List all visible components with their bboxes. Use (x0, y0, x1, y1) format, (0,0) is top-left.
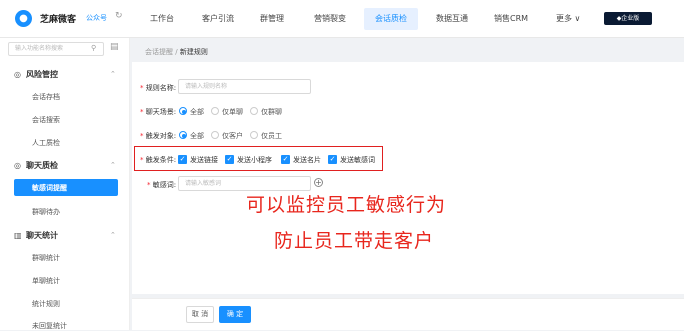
sidebar-search-input[interactable]: 输入功能名称搜索 (8, 42, 104, 56)
top-navigation-bar: ● 芝麻微客 公众号 ↻ 工作台 客户引流 群管理 营销裂变 会话质检 数据互通… (0, 0, 684, 38)
sensitive-word-label: * 敏感词: (147, 181, 177, 189)
checkbox-send-miniprogram-label: 发送小程序 (237, 156, 272, 164)
nav-data-sync[interactable]: 数据互通 (436, 13, 468, 24)
confirm-button[interactable]: 确 定 (219, 306, 251, 323)
chevron-up-icon[interactable]: ⌃ (110, 161, 116, 169)
sidebar-item-sensitive-word-alert[interactable]: 敏感词提醒 (32, 183, 67, 193)
sidebar-item-session-search[interactable]: 会话搜索 (32, 115, 60, 125)
radio-target-customer[interactable] (211, 131, 219, 139)
overlay-caption-line1: 可以监控员工敏感行为 (246, 194, 447, 216)
sidebar-group-chat-stats[interactable]: ▥ 聊天统计 (14, 230, 58, 241)
checkbox-send-sensitive-word[interactable]: ✓ (328, 155, 337, 164)
radio-scene-all-label: 全部 (190, 108, 204, 116)
sidebar-item-group-stats[interactable]: 群聊统计 (32, 253, 60, 263)
add-circle-icon[interactable]: + (314, 178, 323, 187)
radio-scene-group[interactable] (250, 107, 258, 115)
chat-scene-label: * 聊天场景: (140, 108, 177, 116)
sidebar-item-manual-check[interactable]: 人工质检 (32, 138, 60, 148)
chevron-up-icon[interactable]: ⌃ (110, 231, 116, 239)
nav-group-management[interactable]: 群管理 (260, 13, 284, 24)
checkbox-send-link-label: 发送链接 (190, 156, 218, 164)
radar-icon: ◎ (14, 70, 21, 79)
radio-scene-single-label: 仅单聊 (222, 108, 243, 116)
search-icon[interactable]: ⚲ (91, 44, 96, 52)
breadcrumb: 会话提醒 / 新建规则 (145, 47, 208, 57)
nav-session-quality[interactable]: 会话质检 (375, 13, 407, 24)
sidebar-group-risk-control[interactable]: ◎ 风险管控 (14, 69, 58, 80)
overlay-caption-line2: 防止员工带走客户 (274, 230, 435, 252)
radio-scene-group-label: 仅群聊 (261, 108, 282, 116)
trigger-target-label: * 触发对象: (140, 132, 177, 140)
form-footer (132, 298, 684, 330)
rule-name-input[interactable]: 请输入规则名称 (178, 79, 311, 94)
radio-scene-all[interactable] (179, 107, 187, 115)
refresh-icon[interactable]: ↻ (115, 11, 123, 21)
radio-target-customer-label: 仅客户 (222, 132, 243, 140)
sensitive-word-input[interactable]: 请输入敏感词 (178, 176, 311, 191)
checkbox-send-sensitive-word-label: 发送敏感词 (340, 156, 375, 164)
checkbox-send-miniprogram[interactable]: ✓ (225, 155, 234, 164)
checkbox-send-link[interactable]: ✓ (178, 155, 187, 164)
breadcrumb-separator: / (175, 48, 178, 56)
chat-bubble-icon: ● (15, 10, 32, 27)
trigger-condition-label: * 触发条件: (140, 156, 177, 164)
nav-more[interactable]: 更多 ∨ (556, 13, 580, 24)
breadcrumb-parent[interactable]: 会话提醒 (145, 48, 173, 56)
menu-icon[interactable]: ▤ (110, 42, 119, 52)
radio-target-all[interactable] (179, 131, 187, 139)
sidebar-group-chat-check[interactable]: ◎ 聊天质检 (14, 160, 58, 171)
breadcrumb-current: 新建规则 (179, 48, 208, 56)
nav-workbench[interactable]: 工作台 (150, 13, 174, 24)
radio-target-employee-label: 仅员工 (261, 132, 282, 140)
sidebar: 输入功能名称搜索 ⚲ ▤ ◎ 风险管控 ⌃ 会话存档 会话搜索 人工质检 ◎ 聊天质… (0, 38, 130, 330)
chevron-up-icon[interactable]: ⌃ (110, 70, 116, 78)
radio-target-employee[interactable] (250, 131, 258, 139)
radar-icon: ◎ (14, 161, 21, 170)
brand-tag[interactable]: 公众号 (86, 13, 107, 23)
checkbox-send-card-label: 发送名片 (293, 156, 321, 164)
nav-sales-crm[interactable]: 销售CRM (494, 13, 528, 24)
cancel-button[interactable]: 取 消 (186, 306, 214, 323)
nav-customer-acquisition[interactable]: 客户引流 (202, 13, 234, 24)
rule-name-label: * 规则名称: (140, 84, 177, 92)
chart-icon: ▥ (14, 231, 22, 240)
enterprise-badge[interactable]: ◆企业版 (604, 12, 652, 25)
checkbox-send-card[interactable]: ✓ (281, 155, 290, 164)
radio-target-all-label: 全部 (190, 132, 204, 140)
sidebar-item-group-todo[interactable]: 群聊待办 (32, 207, 60, 217)
sidebar-item-stats-rules[interactable]: 统计规则 (32, 299, 60, 309)
brand-name: 芝麻微客 (40, 15, 77, 25)
radio-scene-single[interactable] (211, 107, 219, 115)
nav-marketing[interactable]: 营销裂变 (314, 13, 346, 24)
sidebar-item-session-archive[interactable]: 会话存档 (32, 92, 60, 102)
sidebar-item-single-stats[interactable]: 单聊统计 (32, 276, 60, 286)
